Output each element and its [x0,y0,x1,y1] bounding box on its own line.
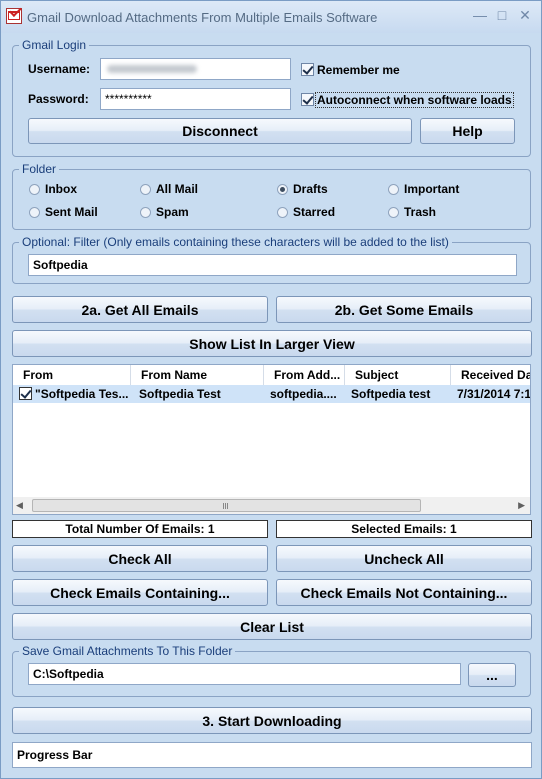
app-window: Gmail Download Attachments From Multiple… [0,0,542,779]
row-received-date: 7/31/2014 7:1 [457,387,530,401]
check-emails-containing-button[interactable]: Check Emails Containing... [12,579,268,606]
row-from-name: Softpedia Test [139,387,221,401]
window-title: Gmail Download Attachments From Multiple… [27,10,378,25]
scrollbar-thumb[interactable] [32,499,421,512]
row-subject: Softpedia test [351,387,431,401]
radio-starred-label: Starred [293,205,336,219]
row-from: "Softpedia Tes... [35,387,129,401]
get-some-emails-button[interactable]: 2b. Get Some Emails [276,296,532,323]
scroll-right-arrow-icon[interactable]: ▶ [518,500,525,511]
gmail-app-icon [6,8,22,24]
username-redacted [107,65,197,73]
radio-important[interactable] [388,184,399,195]
title-bar[interactable]: Gmail Download Attachments From Multiple… [1,1,541,33]
radio-spam[interactable] [140,207,151,218]
radio-drafts[interactable] [277,184,288,195]
column-header-from-address[interactable]: From Add... [264,365,345,385]
scrollbar-grip-icon [223,503,224,509]
check-all-button[interactable]: Check All [12,545,268,572]
radio-drafts-label: Drafts [293,182,328,196]
radio-inbox[interactable] [29,184,40,195]
minimize-icon[interactable]: — [472,7,488,23]
radio-all-mail[interactable] [140,184,151,195]
radio-spam-label: Spam [156,205,189,219]
help-button[interactable]: Help [420,118,515,144]
folder-group: Folder [12,162,531,230]
username-label: Username: [28,62,91,76]
username-input[interactable] [100,58,291,80]
show-larger-view-button[interactable]: Show List In Larger View [12,330,532,357]
column-header-subject[interactable]: Subject [345,365,451,385]
folder-group-label: Folder [19,162,60,176]
column-header-from-name[interactable]: From Name [131,365,264,385]
radio-starred[interactable] [277,207,288,218]
save-folder-group-label: Save Gmail Attachments To This Folder [19,644,236,658]
filter-input[interactable]: Softpedia [28,254,517,276]
password-label: Password: [28,92,89,106]
row-checkbox[interactable] [19,387,32,400]
table-row[interactable]: "Softpedia Tes... Softpedia Test softped… [13,385,530,403]
clear-list-button[interactable]: Clear List [12,613,532,640]
progress-bar: Progress Bar [12,742,532,768]
check-emails-not-containing-button[interactable]: Check Emails Not Containing... [276,579,532,606]
column-header-received-date[interactable]: Received Da [451,365,530,385]
remember-me-label: Remember me [317,63,400,77]
scroll-left-arrow-icon[interactable]: ◀ [16,500,23,511]
start-downloading-button[interactable]: 3. Start Downloading [12,707,532,734]
email-list[interactable]: From From Name From Add... Subject Recei… [12,364,531,515]
radio-trash-label: Trash [404,205,437,219]
filter-group-label: Optional: Filter (Only emails containing… [19,235,452,249]
horizontal-scrollbar[interactable]: ◀ ▶ [13,497,530,514]
save-folder-path-input[interactable]: C:\Softpedia [28,663,461,685]
maximize-icon[interactable]: □ [494,7,510,23]
radio-sent-mail[interactable] [29,207,40,218]
disconnect-button[interactable]: Disconnect [28,118,412,144]
row-from-address: softpedia.... [270,387,337,401]
total-emails-count: Total Number Of Emails: 1 [12,520,268,538]
radio-important-label: Important [404,182,460,196]
selected-emails-count: Selected Emails: 1 [276,520,532,538]
radio-inbox-label: Inbox [45,182,77,196]
remember-me-checkbox[interactable] [301,63,314,76]
gmail-login-group-label: Gmail Login [19,38,90,52]
password-input[interactable]: ********** [100,88,291,110]
uncheck-all-button[interactable]: Uncheck All [276,545,532,572]
column-header-from[interactable]: From [13,365,131,385]
radio-all-mail-label: All Mail [156,182,199,196]
radio-sent-mail-label: Sent Mail [45,205,98,219]
radio-trash[interactable] [388,207,399,218]
close-icon[interactable]: ✕ [517,7,533,24]
autoconnect-label: Autoconnect when software loads [315,92,514,108]
browse-folder-button[interactable]: ... [468,663,516,687]
get-all-emails-button[interactable]: 2a. Get All Emails [12,296,268,323]
autoconnect-checkbox[interactable] [301,93,314,106]
